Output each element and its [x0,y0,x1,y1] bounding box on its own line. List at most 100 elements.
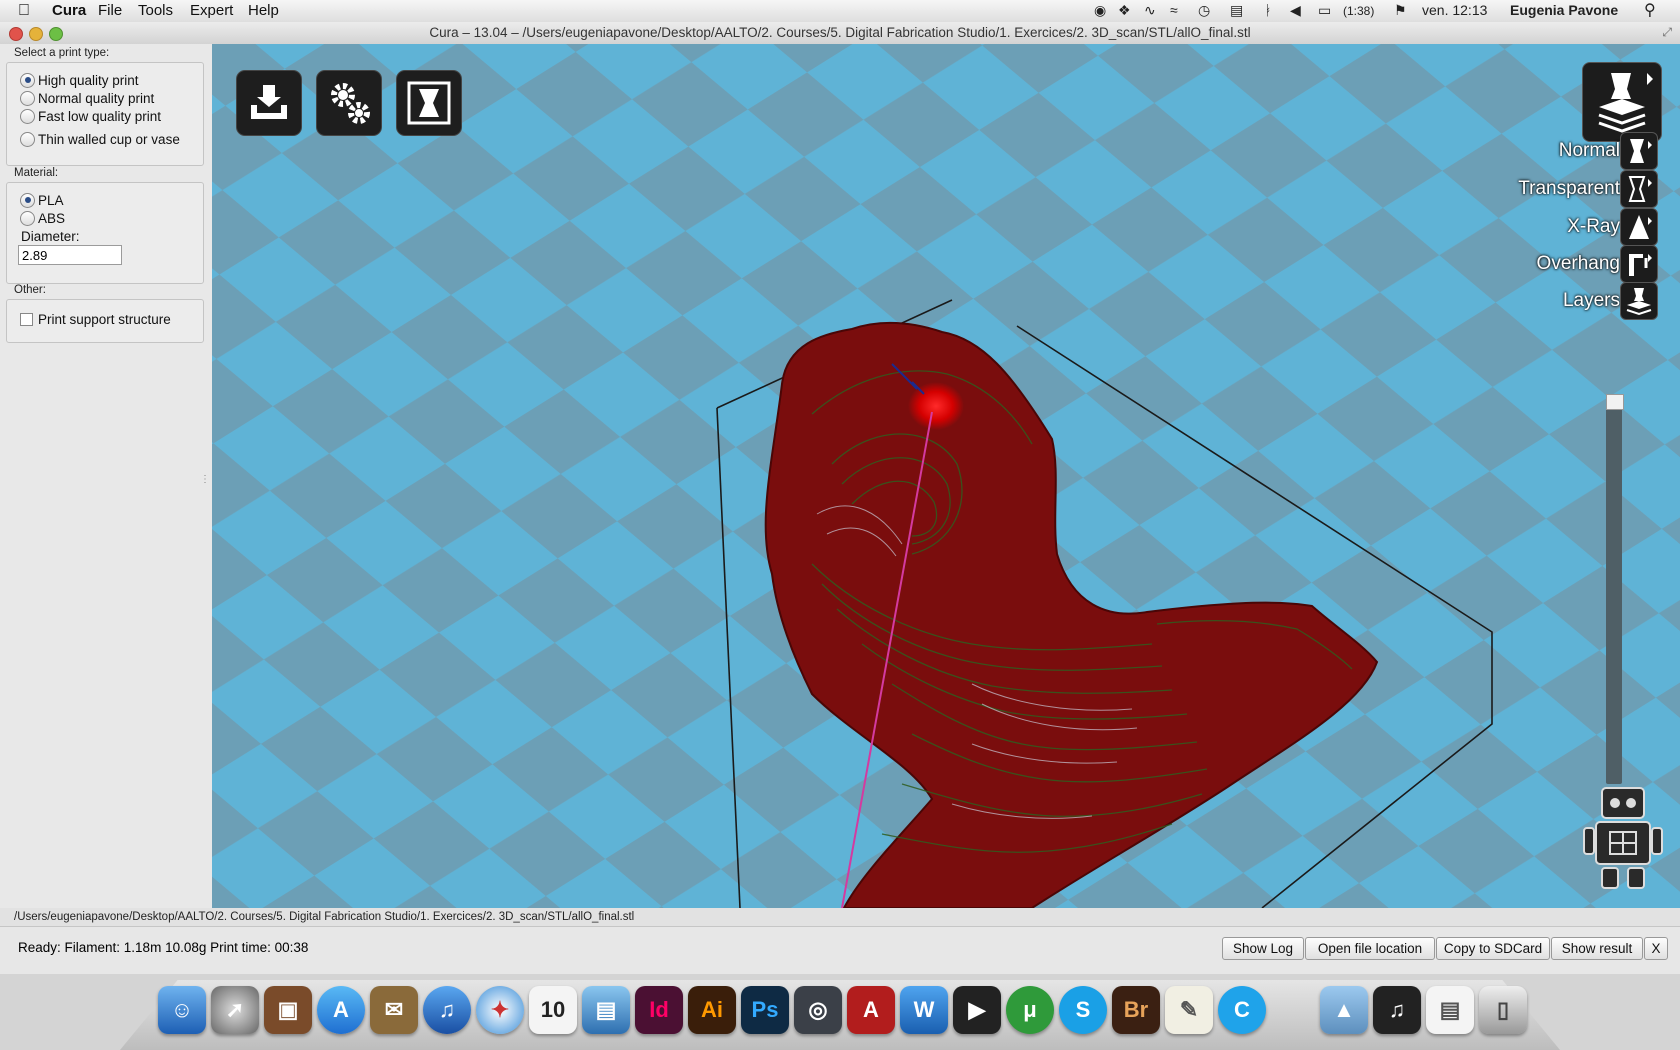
slice-frame-icon [407,81,451,125]
radio-thin-walled[interactable]: Thin walled cup or vase [20,131,180,150]
bridge-icon[interactable]: Br [1112,986,1160,1034]
screenshot-icon[interactable]: ◎ [794,986,842,1034]
print-preview-button[interactable] [396,70,462,136]
safari-icon[interactable]: ✦ [476,986,524,1034]
build-plate-scene [212,44,1680,908]
radio-selected-icon [20,192,35,208]
menu-bar:  Cura File Tools Expert Help ◉ ❖ ∿ ≈ ◷ … [0,0,1680,23]
dropbox-icon[interactable]: ❖ [1118,2,1131,19]
word-icon[interactable]: W [900,986,948,1034]
documents-stack-icon[interactable]: ▤ [1426,986,1474,1034]
view-mode-button[interactable] [1582,62,1662,142]
final-cut-icon[interactable]: ▶ [953,986,1001,1034]
utorrent-icon[interactable]: μ [1006,986,1054,1034]
print-type-label: Select a print type: [14,47,110,59]
layer-slider-handle[interactable] [1606,394,1624,410]
file-path-bar: /Users/eugeniapavone/Desktop/AALTO/2. Co… [0,908,1680,926]
itunes-icon[interactable]: ♫ [423,986,471,1034]
app-store-icon[interactable]: A [317,986,365,1034]
app-menu[interactable]: Cura [52,2,86,19]
view-transparent-button[interactable] [1620,170,1658,208]
3d-viewport[interactable]: Normal Transparent X-Ray Overhang Layers [212,44,1680,908]
copy-to-sdcard-button[interactable]: Copy to SDCard [1436,937,1550,960]
battery-time: (1:38) [1343,4,1375,18]
view-label-overhang[interactable]: Overhang [1537,253,1620,275]
menu-help[interactable]: Help [248,2,279,19]
xray-view-icon [1629,215,1652,239]
normal-view-icon [1630,139,1652,163]
sync-icon[interactable]: ∿ [1144,2,1156,19]
show-result-button[interactable]: Show result [1551,937,1643,960]
radio-pla[interactable]: PLA [20,192,64,211]
radio-icon [20,90,35,106]
cura-icon[interactable]: C [1218,986,1266,1034]
layer-slider-track[interactable] [1606,400,1622,784]
wifi-icon[interactable]: ≈ [1170,2,1178,18]
bluetooth-icon[interactable]: ᛓ [1264,2,1272,18]
apple-icon[interactable]:  [18,2,30,20]
status-text: Ready: Filament: 1.18m 10.08g Print time… [18,940,309,955]
open-file-location-button[interactable]: Open file location [1305,937,1435,960]
spotlight-search-icon[interactable]: ⚲ [1644,0,1656,20]
display-icon[interactable]: ▤ [1230,2,1243,19]
view-label-layers[interactable]: Layers [1563,290,1620,312]
close-status-button[interactable]: X [1644,937,1668,960]
finder-icon[interactable]: ☺ [158,986,206,1034]
view-layers-button[interactable] [1620,282,1658,320]
other-label: Other: [14,284,46,296]
input-flag-icon[interactable]: ⚑ [1394,2,1407,19]
user-name[interactable]: Eugenia Pavone [1510,2,1618,18]
mail-icon[interactable]: ✉ [370,986,418,1034]
show-log-button[interactable]: Show Log [1222,937,1304,960]
load-model-button[interactable] [236,70,302,136]
support-structure-checkbox[interactable]: Print support structure [20,312,171,330]
diameter-input[interactable] [18,245,122,265]
print-type-group: High quality print Normal quality print … [6,62,204,166]
layers-view-icon [1598,73,1653,133]
trash-icon[interactable]: ▯ [1479,986,1527,1034]
radio-high-quality[interactable]: High quality print [20,72,139,91]
battery-icon[interactable]: ▭ [1318,2,1331,19]
skype-icon[interactable]: S [1059,986,1107,1034]
photoshop-icon[interactable]: Ps [741,986,789,1034]
view-label-xray[interactable]: X-Ray [1567,216,1620,238]
time-machine-icon[interactable]: ◷ [1198,2,1210,19]
radio-icon [20,108,35,124]
window-title-bar[interactable]: Cura – 13.04 – /Users/eugeniapavone/Desk… [0,22,1680,45]
menu-file[interactable]: File [98,2,122,19]
overhang-view-icon [1629,254,1652,276]
radio-icon [20,210,35,226]
transparent-view-icon [1628,176,1652,202]
splitter-handle[interactable]: ⋮ [200,474,210,485]
illustrator-icon[interactable]: Ai [688,986,736,1034]
music-folder-icon[interactable]: ♫ [1373,986,1421,1034]
autocad-icon[interactable]: A [847,986,895,1034]
load-tray-icon [251,85,287,119]
launchpad-icon[interactable]: ➚ [211,986,259,1034]
status-tray-icon[interactable]: ◉ [1094,2,1106,19]
radio-abs[interactable]: ABS [20,210,65,229]
view-overhang-button[interactable] [1620,245,1658,283]
clock[interactable]: ven. 12:13 [1422,2,1487,18]
remote-desktop-icon[interactable]: ▤ [582,986,630,1034]
settings-button[interactable] [316,70,382,136]
photo-booth-icon[interactable]: ▣ [264,986,312,1034]
radio-normal-quality[interactable]: Normal quality print [20,90,154,109]
applications-folder-icon[interactable]: ▲ [1320,986,1368,1034]
radio-selected-icon [20,72,35,88]
menu-expert[interactable]: Expert [190,2,233,19]
view-label-transparent[interactable]: Transparent [1518,178,1620,200]
view-label-normal[interactable]: Normal [1559,140,1620,162]
dock: ☺ ➚ ▣ A ✉ ♫ ✦ 10 ▤ Id Ai Ps ◎ A W ▶ μ S … [0,974,1680,1050]
menu-tools[interactable]: Tools [138,2,173,19]
view-normal-button[interactable] [1620,132,1658,170]
robot-mascot-icon[interactable] [1582,784,1664,892]
fullscreen-icon[interactable]: ⤢ [1662,25,1672,40]
view-xray-button[interactable] [1620,208,1658,246]
radio-fast-low-quality[interactable]: Fast low quality print [20,108,161,127]
material-label: Material: [14,167,59,179]
indesign-icon[interactable]: Id [635,986,683,1034]
textedit-icon[interactable]: ✎ [1165,986,1213,1034]
volume-icon[interactable]: ◀ [1290,2,1301,19]
calendar-icon[interactable]: 10 [529,986,577,1034]
